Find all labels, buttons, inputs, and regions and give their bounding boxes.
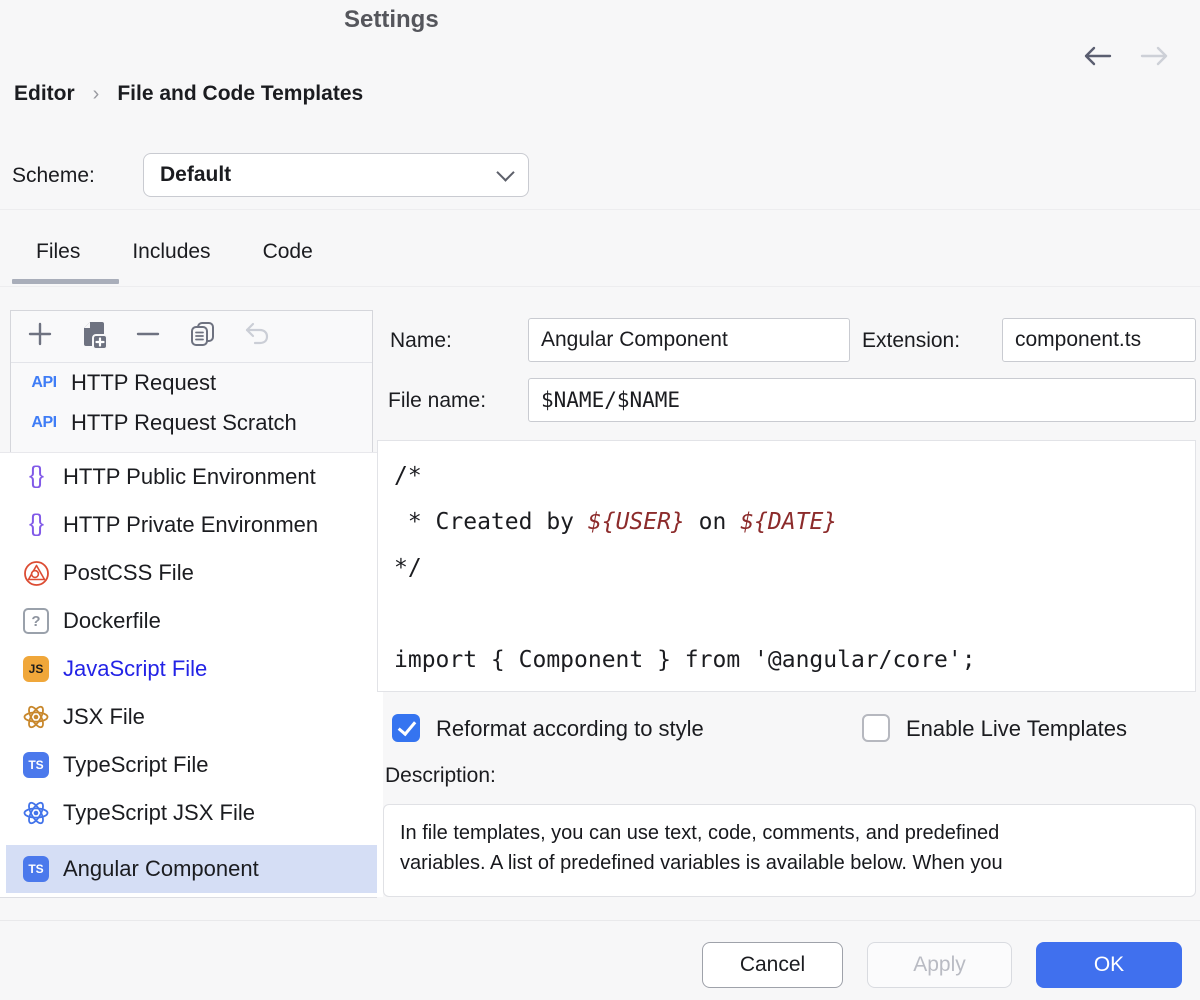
description-line: In file templates, you can use text, cod… [400, 822, 999, 844]
window-title: Settings [344, 6, 439, 34]
template-variable: ${DATE} [740, 509, 837, 535]
list-item-selected[interactable]: TS Angular Component [6, 845, 377, 893]
reformat-checkbox[interactable] [392, 714, 420, 742]
templates-toolbar [11, 311, 372, 363]
template-variable: ${USER} [588, 509, 685, 535]
add-child-template-icon [80, 319, 108, 354]
api-icon: API [29, 414, 59, 432]
file-name-label: File name: [388, 389, 486, 413]
react-icon [21, 800, 51, 826]
list-item-label: TypeScript JSX File [63, 800, 255, 826]
list-item-label: TypeScript File [63, 752, 209, 778]
braces-icon: {} [21, 462, 51, 490]
copy-template-button[interactable] [187, 322, 217, 352]
divider [0, 897, 377, 898]
plus-icon [26, 320, 54, 353]
divider [0, 209, 1200, 210]
active-tab-underline [12, 279, 119, 284]
ok-button[interactable]: OK [1036, 942, 1182, 988]
scheme-label: Scheme: [12, 164, 95, 188]
list-item[interactable]: API HTTP Request [11, 363, 372, 403]
javascript-icon: JS [21, 656, 51, 682]
cancel-button[interactable]: Cancel [702, 942, 843, 988]
forward-button[interactable] [1138, 44, 1172, 72]
history-nav [1080, 44, 1172, 72]
list-item[interactable]: TS TypeScript File [0, 741, 383, 789]
arrow-left-icon [1080, 44, 1114, 73]
list-item-label: Angular Component [63, 856, 259, 882]
description-line: variables. A list of predefined variable… [400, 852, 1003, 874]
list-item[interactable]: {} HTTP Private Environmen [0, 501, 383, 549]
question-file-icon: ? [21, 608, 51, 634]
list-item-label: HTTP Private Environmen [63, 512, 318, 538]
undo-icon [241, 320, 271, 353]
tab-files[interactable]: Files [36, 240, 80, 264]
code-line [394, 591, 1195, 637]
code-line: * Created by ${USER} on ${DATE} [394, 499, 1195, 545]
typescript-icon: TS [21, 856, 51, 882]
typescript-icon: TS [21, 752, 51, 778]
breadcrumb-editor[interactable]: Editor [14, 82, 75, 106]
divider [0, 920, 1200, 921]
extension-label: Extension: [862, 329, 960, 353]
list-item[interactable]: JSX File [0, 693, 383, 741]
apply-button[interactable]: Apply [867, 942, 1012, 988]
extension-input[interactable] [1002, 318, 1196, 362]
list-item[interactable]: JS JavaScript File [0, 645, 383, 693]
file-name-input[interactable] [528, 378, 1196, 422]
name-input[interactable] [528, 318, 850, 362]
breadcrumb-separator-icon: › [93, 83, 100, 106]
scheme-value: Default [160, 163, 499, 187]
tab-includes[interactable]: Includes [132, 240, 210, 264]
description-text[interactable]: In file templates, you can use text, cod… [383, 804, 1196, 897]
api-icon: API [29, 374, 59, 392]
list-item[interactable]: PostCSS File [0, 549, 383, 597]
list-item[interactable]: TypeScript JSX File [0, 789, 383, 837]
template-code-editor[interactable]: /* * Created by ${USER} on ${DATE} */ im… [377, 440, 1196, 692]
postcss-icon [21, 560, 51, 587]
list-item[interactable]: ? Dockerfile [0, 597, 383, 645]
live-templates-label: Enable Live Templates [906, 716, 1127, 742]
arrow-right-icon [1138, 44, 1172, 73]
code-line: import { Component } from '@angular/core… [394, 637, 1195, 683]
list-item[interactable]: {} HTTP Public Environment [0, 453, 383, 501]
live-templates-checkbox[interactable] [862, 714, 890, 742]
minus-icon [134, 320, 162, 353]
list-item-label: JavaScript File [63, 656, 207, 682]
code-line: */ [394, 545, 1195, 591]
list-item-label: HTTP Request [71, 370, 216, 396]
reset-template-button[interactable] [241, 322, 271, 352]
tab-code[interactable]: Code [263, 240, 313, 264]
list-item-label: JSX File [63, 704, 145, 730]
templates-list-overflow: {} HTTP Public Environment {} HTTP Priva… [0, 452, 383, 897]
breadcrumb-current: File and Code Templates [117, 82, 363, 106]
add-template-button[interactable] [25, 322, 55, 352]
description-label: Description: [385, 764, 496, 788]
remove-template-button[interactable] [133, 322, 163, 352]
list-item[interactable]: API HTTP Request Scratch [11, 403, 372, 443]
braces-icon: {} [21, 510, 51, 538]
reformat-label: Reformat according to style [436, 716, 704, 742]
list-item-label: HTTP Public Environment [63, 464, 316, 490]
react-icon [21, 704, 51, 730]
add-child-template-button[interactable] [79, 322, 109, 352]
list-item-label: PostCSS File [63, 560, 194, 586]
code-line: /* [394, 453, 1195, 499]
name-label: Name: [390, 329, 452, 353]
back-button[interactable] [1080, 44, 1114, 72]
chevron-down-icon [496, 163, 514, 181]
scheme-select[interactable]: Default [143, 153, 529, 197]
list-item-label: Dockerfile [63, 608, 161, 634]
duplicate-icon [187, 319, 217, 354]
tab-bar: Files Includes Code [36, 240, 313, 264]
divider [0, 286, 1200, 287]
list-item-label: HTTP Request Scratch [71, 410, 297, 436]
breadcrumb: Editor › File and Code Templates [14, 82, 363, 106]
settings-dialog: Settings Editor › File and Code Template… [0, 0, 1200, 1000]
